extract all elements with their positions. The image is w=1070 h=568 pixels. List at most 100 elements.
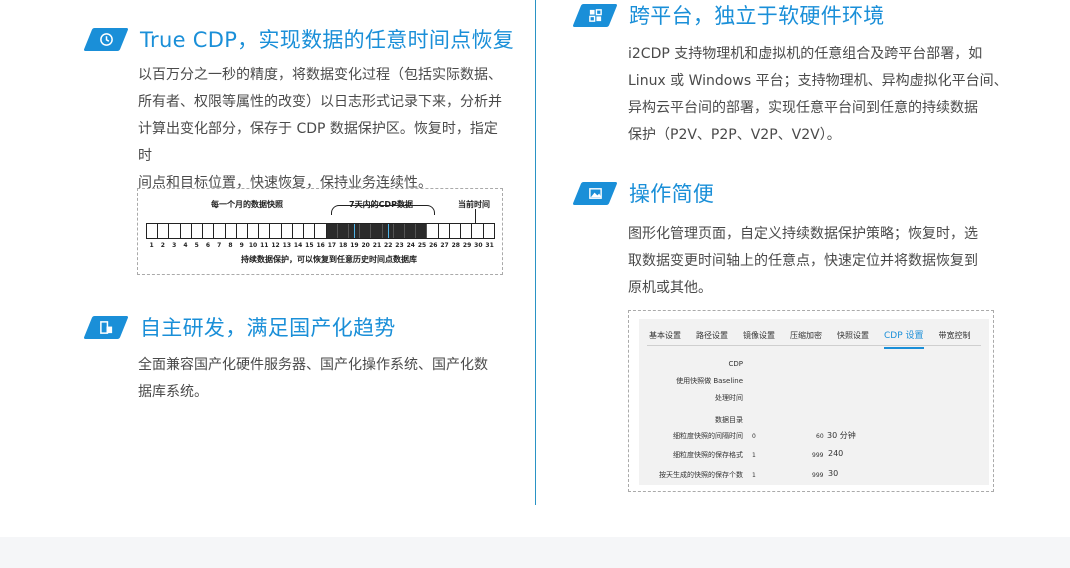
- tab-0[interactable]: 基本设置: [649, 329, 681, 349]
- easy-ops-header: 操作简便: [572, 178, 1017, 208]
- settings-tabs: 基本设置 路径设置 镜像设置 压缩加密 快照设置 CDP 设置 带宽控制: [649, 329, 986, 349]
- timeline-day-cell: [147, 224, 159, 238]
- cross-platform-body: i2CDP 支持物理机和虚拟机的任意组合及跨平台部署，如 Linux 或 Win…: [628, 41, 1017, 149]
- timeline-day-number: 14: [293, 242, 303, 249]
- body-line: Linux 或 Windows 平台；支持物理机、异构虚拟化平台间、: [628, 73, 1008, 89]
- domestic-body: 全面兼容国产化硬件服务器、国产化操作系统、国产化数 据库系统。: [138, 352, 508, 406]
- timeline-day-cell: [393, 224, 406, 238]
- body-line: 计算出变化部分，保存于 CDP 数据保护区。恢复时，指定时: [138, 121, 498, 164]
- timeline-day-number: 22: [384, 242, 393, 249]
- timeline-day-number: 2: [160, 242, 165, 249]
- domestic-title: 自主研发，满足国产化趋势: [140, 316, 396, 340]
- timeline-day-number: 3: [172, 242, 177, 249]
- timeline-day-cell: [270, 224, 282, 238]
- tab-6[interactable]: 带宽控制: [939, 329, 971, 349]
- timeline-day-cell: [282, 224, 293, 238]
- tab-1[interactable]: 路径设置: [696, 329, 728, 349]
- grid-icon: [572, 3, 618, 27]
- keep-value[interactable]: 240: [828, 449, 843, 458]
- timeline-day-cell: [203, 224, 215, 238]
- timeline-day-number: 7: [217, 242, 222, 249]
- timeline-day-cell: [427, 224, 439, 238]
- keep-max: 999: [812, 452, 824, 459]
- timeline-day-number: 1: [149, 242, 154, 249]
- timeline-day-number: 5: [194, 242, 199, 249]
- timeline-day-cell: [461, 224, 473, 238]
- timeline-day-number: 29: [462, 242, 472, 249]
- timeline-day-number: 16: [316, 242, 325, 249]
- body-line: 保护（P2V、P2P、V2P、V2V）。: [628, 127, 841, 143]
- timeline-day-cell: [293, 224, 305, 238]
- timeline-day-number: 17: [327, 242, 337, 249]
- cdp-settings-screenshot: 基本设置 路径设置 镜像设置 压缩加密 快照设置 CDP 设置 带宽控制 CDP 使用快照做…: [628, 310, 994, 492]
- timeline-day-cell: [371, 224, 383, 238]
- timeline-day-number: 28: [451, 242, 460, 249]
- timeline-day-number: 12: [271, 242, 280, 249]
- timeline-day-cell: [472, 224, 484, 238]
- domestic-section: 自主研发，满足国产化趋势 全面兼容国产化硬件服务器、国产化操作系统、国产化数 据…: [83, 312, 508, 406]
- body-line: 所有者、权限等属性的改变）以日志形式记录下来，分析并: [138, 94, 502, 110]
- timeline-day-cell: [214, 224, 226, 238]
- true-cdp-title: True CDP，实现数据的任意时间点恢复: [140, 28, 515, 52]
- timeline-cdp-marker: [354, 224, 356, 238]
- timeline-day-cell: [315, 224, 327, 238]
- timeline-day-number: 26: [429, 242, 438, 249]
- timeline-label-snapshot: 每一个月的数据快照: [211, 200, 283, 209]
- body-line: 异构云平台间的部署，实现任意平台间到任意的持续数据: [628, 100, 978, 116]
- timeline-caption: 持续数据保护，可以恢复到任意历史时间点数据库: [241, 255, 417, 264]
- row-keep-label: 细粒度快照的保存格式: [673, 451, 743, 459]
- timeline-day-number: 23: [395, 242, 404, 249]
- timeline-day-number: 25: [417, 242, 427, 249]
- timeline-day-number: 27: [440, 242, 449, 249]
- chip-icon: [83, 315, 129, 339]
- tab-underline: [647, 345, 981, 346]
- timeline-day-cell: [192, 224, 204, 238]
- timeline-day-cell: [158, 224, 170, 238]
- row-baseline-label: 使用快照做 Baseline: [676, 377, 743, 385]
- timeline-day-cell: [405, 224, 417, 238]
- true-cdp-section: True CDP，实现数据的任意时间点恢复 以百万分之一秒的精度，将数据变化过程…: [83, 24, 514, 197]
- timeline-day-number: 13: [282, 242, 291, 249]
- true-cdp-body: 以百万分之一秒的精度，将数据变化过程（包括实际数据、 所有者、权限等属性的改变）…: [138, 62, 508, 197]
- timeline-day-number: 18: [338, 242, 348, 249]
- tab-5[interactable]: CDP 设置: [884, 329, 924, 349]
- settings-panel: 基本设置 路径设置 镜像设置 压缩加密 快照设置 CDP 设置 带宽控制 CDP 使用快照做…: [639, 319, 989, 485]
- domestic-header: 自主研发，满足国产化趋势: [83, 312, 508, 342]
- timeline-cdp-marker: [388, 224, 390, 238]
- timeline-day-cell: [450, 224, 462, 238]
- timeline-day-number: 8: [228, 242, 233, 249]
- tab-3[interactable]: 压缩加密: [790, 329, 822, 349]
- clock-icon: [83, 27, 129, 51]
- timeline-day-cell: [169, 224, 181, 238]
- cross-platform-section: 跨平台，独立于软硬件环境 i2CDP 支持物理机和虚拟机的任意组合及跨平台部署，…: [572, 0, 1017, 149]
- tab-4[interactable]: 快照设置: [837, 329, 869, 349]
- timeline-day-number: 31: [485, 242, 494, 249]
- timeline-day-cell: [259, 224, 271, 238]
- timeline-day-number: 10: [248, 242, 258, 249]
- timeline-day-number: 19: [350, 242, 359, 249]
- easy-ops-title: 操作简便: [629, 182, 715, 206]
- timeline-strip: [146, 223, 495, 239]
- image-icon: [572, 181, 618, 205]
- daily-min: 1: [752, 472, 756, 479]
- daily-value[interactable]: 30: [828, 469, 838, 478]
- timeline-day-cell: [181, 224, 192, 238]
- body-line: 取数据变更时间轴上的任意点，快速定位并将数据恢复到: [628, 253, 978, 269]
- timeline-day-cell: [484, 224, 494, 238]
- interval-value[interactable]: 30 分钟: [827, 430, 856, 441]
- timeline-day-number: 4: [183, 242, 188, 249]
- timeline-day-number: 15: [305, 242, 314, 249]
- easy-ops-body: 图形化管理页面，自定义持续数据保护策略；恢复时，选 取数据变更时间轴上的任意点，…: [628, 221, 1017, 302]
- cdp-timeline-diagram: 每一个月的数据快照 7天内的CDP数据 当前时间 1 2 3 4 5 6 7 8 9 10 11 12…: [137, 188, 503, 275]
- timeline-day-number: 20: [361, 242, 370, 249]
- row-interval-label: 细粒度快照的间隔时间: [673, 432, 743, 440]
- timeline-day-cell: [226, 224, 237, 238]
- timeline-day-cell: [337, 224, 349, 238]
- interval-max: 60: [816, 433, 824, 440]
- tab-2[interactable]: 镜像设置: [743, 329, 775, 349]
- footer-arrow: [507, 537, 565, 554]
- easy-ops-section: 操作简便 图形化管理页面，自定义持续数据保护策略；恢复时，选 取数据变更时间轴上…: [572, 178, 1017, 302]
- timeline-day-cell: [237, 224, 248, 238]
- body-line: 全面兼容国产化硬件服务器、国产化操作系统、国产化数: [138, 357, 488, 373]
- timeline-day-cell: [360, 224, 372, 238]
